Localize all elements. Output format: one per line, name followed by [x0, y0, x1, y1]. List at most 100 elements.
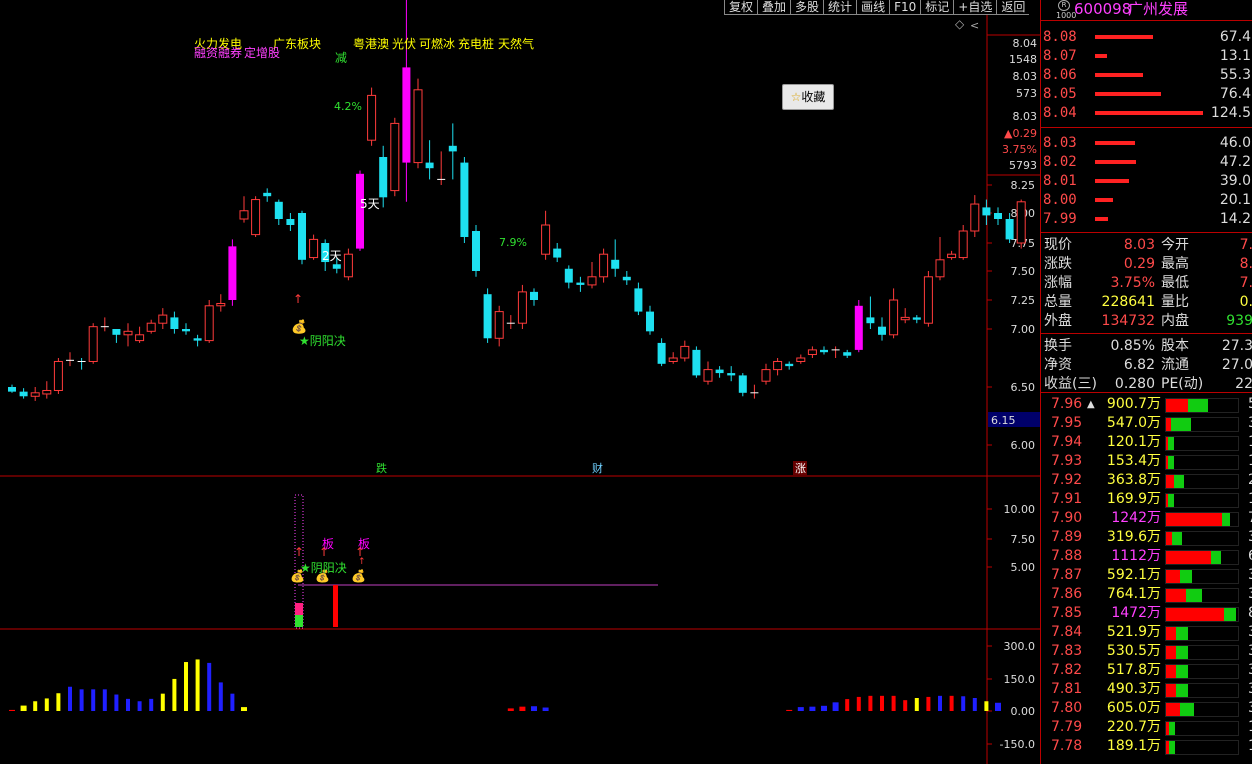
price-level-row[interactable]: 7.95 547.0万 3 [1041, 414, 1252, 433]
level-amount: 1472万 [1111, 605, 1161, 621]
candle-body [204, 305, 214, 342]
price-level-row[interactable]: 7.78 189.1万 1 [1041, 737, 1252, 756]
toolbar-button-5[interactable]: F10 [889, 0, 921, 15]
candle-body [239, 210, 249, 220]
quote-value: 228641 [1101, 294, 1155, 310]
bid-row[interactable]: 8.01 39.0 [1041, 172, 1252, 191]
money-bag-icon: 💰 [291, 319, 307, 335]
toolbar-button-1[interactable]: 叠加 [757, 0, 791, 15]
price-level-row[interactable]: 7.93 153.4万 1 [1041, 452, 1252, 471]
price-level-row[interactable]: 7.85 1472万 8 [1041, 604, 1252, 623]
level-amount: 530.5万 [1106, 643, 1161, 659]
level-price: 7.79 [1051, 719, 1083, 735]
price-level-row[interactable]: 7.92 363.8万 2 [1041, 471, 1252, 490]
level-price: 7.86 [1051, 586, 1083, 602]
price-level-row[interactable]: 7.89 319.6万 3 [1041, 528, 1252, 547]
candle-body [112, 329, 121, 335]
price-level-row[interactable]: 7.81 490.3万 3 [1041, 680, 1252, 699]
level-count: 7 [1248, 509, 1252, 528]
oscillator-bar [868, 695, 873, 711]
limit-up-label: 板 [322, 537, 334, 551]
toolbar-button-3[interactable]: 统计 [823, 0, 857, 15]
toolbar-button-8[interactable]: 返回 [996, 0, 1030, 15]
oscillator-bar [218, 682, 223, 711]
sell-bar [1224, 608, 1236, 621]
level-amount: 521.9万 [1106, 624, 1161, 640]
price-level-row[interactable]: 7.79 220.7万 1 [1041, 718, 1252, 737]
candle-body [30, 392, 40, 397]
concept-tag: 可燃冰 [419, 36, 455, 51]
money-bag-icon: 💰 [351, 569, 366, 583]
level-price: 8.03 [1043, 135, 1077, 151]
quote-value: 134732 [1101, 313, 1155, 329]
oscillator-bar [102, 689, 107, 711]
bid-row[interactable]: 8.00 20.1 [1041, 191, 1252, 210]
kline-chart[interactable]: ◇<6.006.507.007.257.507.758.008.258.0415… [0, 0, 1040, 764]
candle-body [761, 369, 771, 382]
ask-row[interactable]: 8.06 55.3 [1041, 66, 1252, 85]
sell-bar [1169, 722, 1175, 735]
level-bar [1165, 607, 1239, 622]
price-tick: 7.50 [1011, 265, 1036, 278]
ask-row[interactable]: 8.07 13.1 [1041, 47, 1252, 66]
candle-body [1005, 219, 1014, 240]
candle-body [460, 162, 469, 237]
level-bar [1165, 645, 1239, 660]
favorite-button[interactable]: ☆收藏 [782, 84, 834, 110]
candle-body [587, 276, 597, 286]
price-level-row[interactable]: 7.83 530.5万 3 [1041, 642, 1252, 661]
level-bar [1165, 626, 1239, 641]
level-count: 3 [1248, 642, 1252, 661]
toolbar-button-7[interactable]: +自选 [953, 0, 997, 15]
oscillator-tick: -150.0 [1000, 738, 1035, 751]
price-level-row[interactable]: 7.96 ▲ 900.7万 5 [1041, 395, 1252, 414]
bid-row[interactable]: 8.03 46.0 [1041, 134, 1252, 153]
quote-value: 27.0 [1221, 357, 1252, 373]
oscillator-bar [880, 695, 884, 711]
level-amount: 1242万 [1111, 510, 1161, 526]
ask-row[interactable]: 8.04 124.5 [1041, 104, 1252, 123]
price-level-row[interactable]: 7.94 120.1万 1 [1041, 433, 1252, 452]
price-tick: 7.00 [1011, 323, 1036, 336]
level-price: 7.94 [1051, 434, 1083, 450]
price-level-row[interactable]: 7.87 592.1万 3 [1041, 566, 1252, 585]
price-tick: 6.00 [1011, 439, 1036, 452]
price-level-row[interactable]: 7.91 169.9万 1 [1041, 490, 1252, 509]
concept-tag: 广东板块 [273, 37, 321, 51]
candle-body [517, 291, 527, 324]
divider [1041, 333, 1252, 334]
toolbar-button-2[interactable]: 多股 [790, 0, 824, 15]
price-level-row[interactable]: 7.82 517.8万 3 [1041, 661, 1252, 680]
axis-top-label: ▲0.29 [1004, 127, 1037, 140]
concept-tag: 充电桩 [458, 36, 494, 51]
toolbar-button-4[interactable]: 画线 [856, 0, 890, 15]
bid-row[interactable]: 8.02 47.2 [1041, 153, 1252, 172]
candle-body [727, 373, 736, 376]
concept-tag: 粤港澳 [353, 36, 389, 51]
marker-label: 财 [592, 461, 603, 475]
candle-body [251, 199, 261, 236]
oscillator-bar [531, 706, 537, 711]
level-amount: 592.1万 [1106, 567, 1161, 583]
candle-body [309, 238, 319, 259]
level-price: 7.91 [1051, 491, 1083, 507]
price-level-row[interactable]: 7.88 1112万 6 [1041, 547, 1252, 566]
toolbar-button-6[interactable]: 标记 [920, 0, 954, 15]
level-bar [1165, 588, 1239, 603]
price-level-row[interactable]: 7.80 605.0万 3 [1041, 699, 1252, 718]
level-price: 8.04 [1043, 105, 1077, 121]
price-level-row[interactable]: 7.86 764.1万 3 [1041, 585, 1252, 604]
indicator-bar [295, 615, 303, 627]
level-price: 8.00 [1043, 192, 1077, 208]
ask-row[interactable]: 8.05 76.4 [1041, 85, 1252, 104]
sell-bar [1168, 437, 1174, 450]
price-level-row[interactable]: 7.90 1242万 7 [1041, 509, 1252, 528]
toolbar-button-0[interactable]: 复权 [724, 0, 758, 15]
stock-name: 广州发展 [1128, 0, 1189, 18]
quote-label: 内盘 [1161, 313, 1189, 329]
candle-body [970, 203, 980, 232]
price-level-row[interactable]: 7.84 521.9万 3 [1041, 623, 1252, 642]
bid-row[interactable]: 7.99 14.2 [1041, 210, 1252, 229]
ask-row[interactable]: 8.08 67.4 [1041, 28, 1252, 47]
stock-header: R 1000 600098 广州发展 [1041, 0, 1252, 21]
